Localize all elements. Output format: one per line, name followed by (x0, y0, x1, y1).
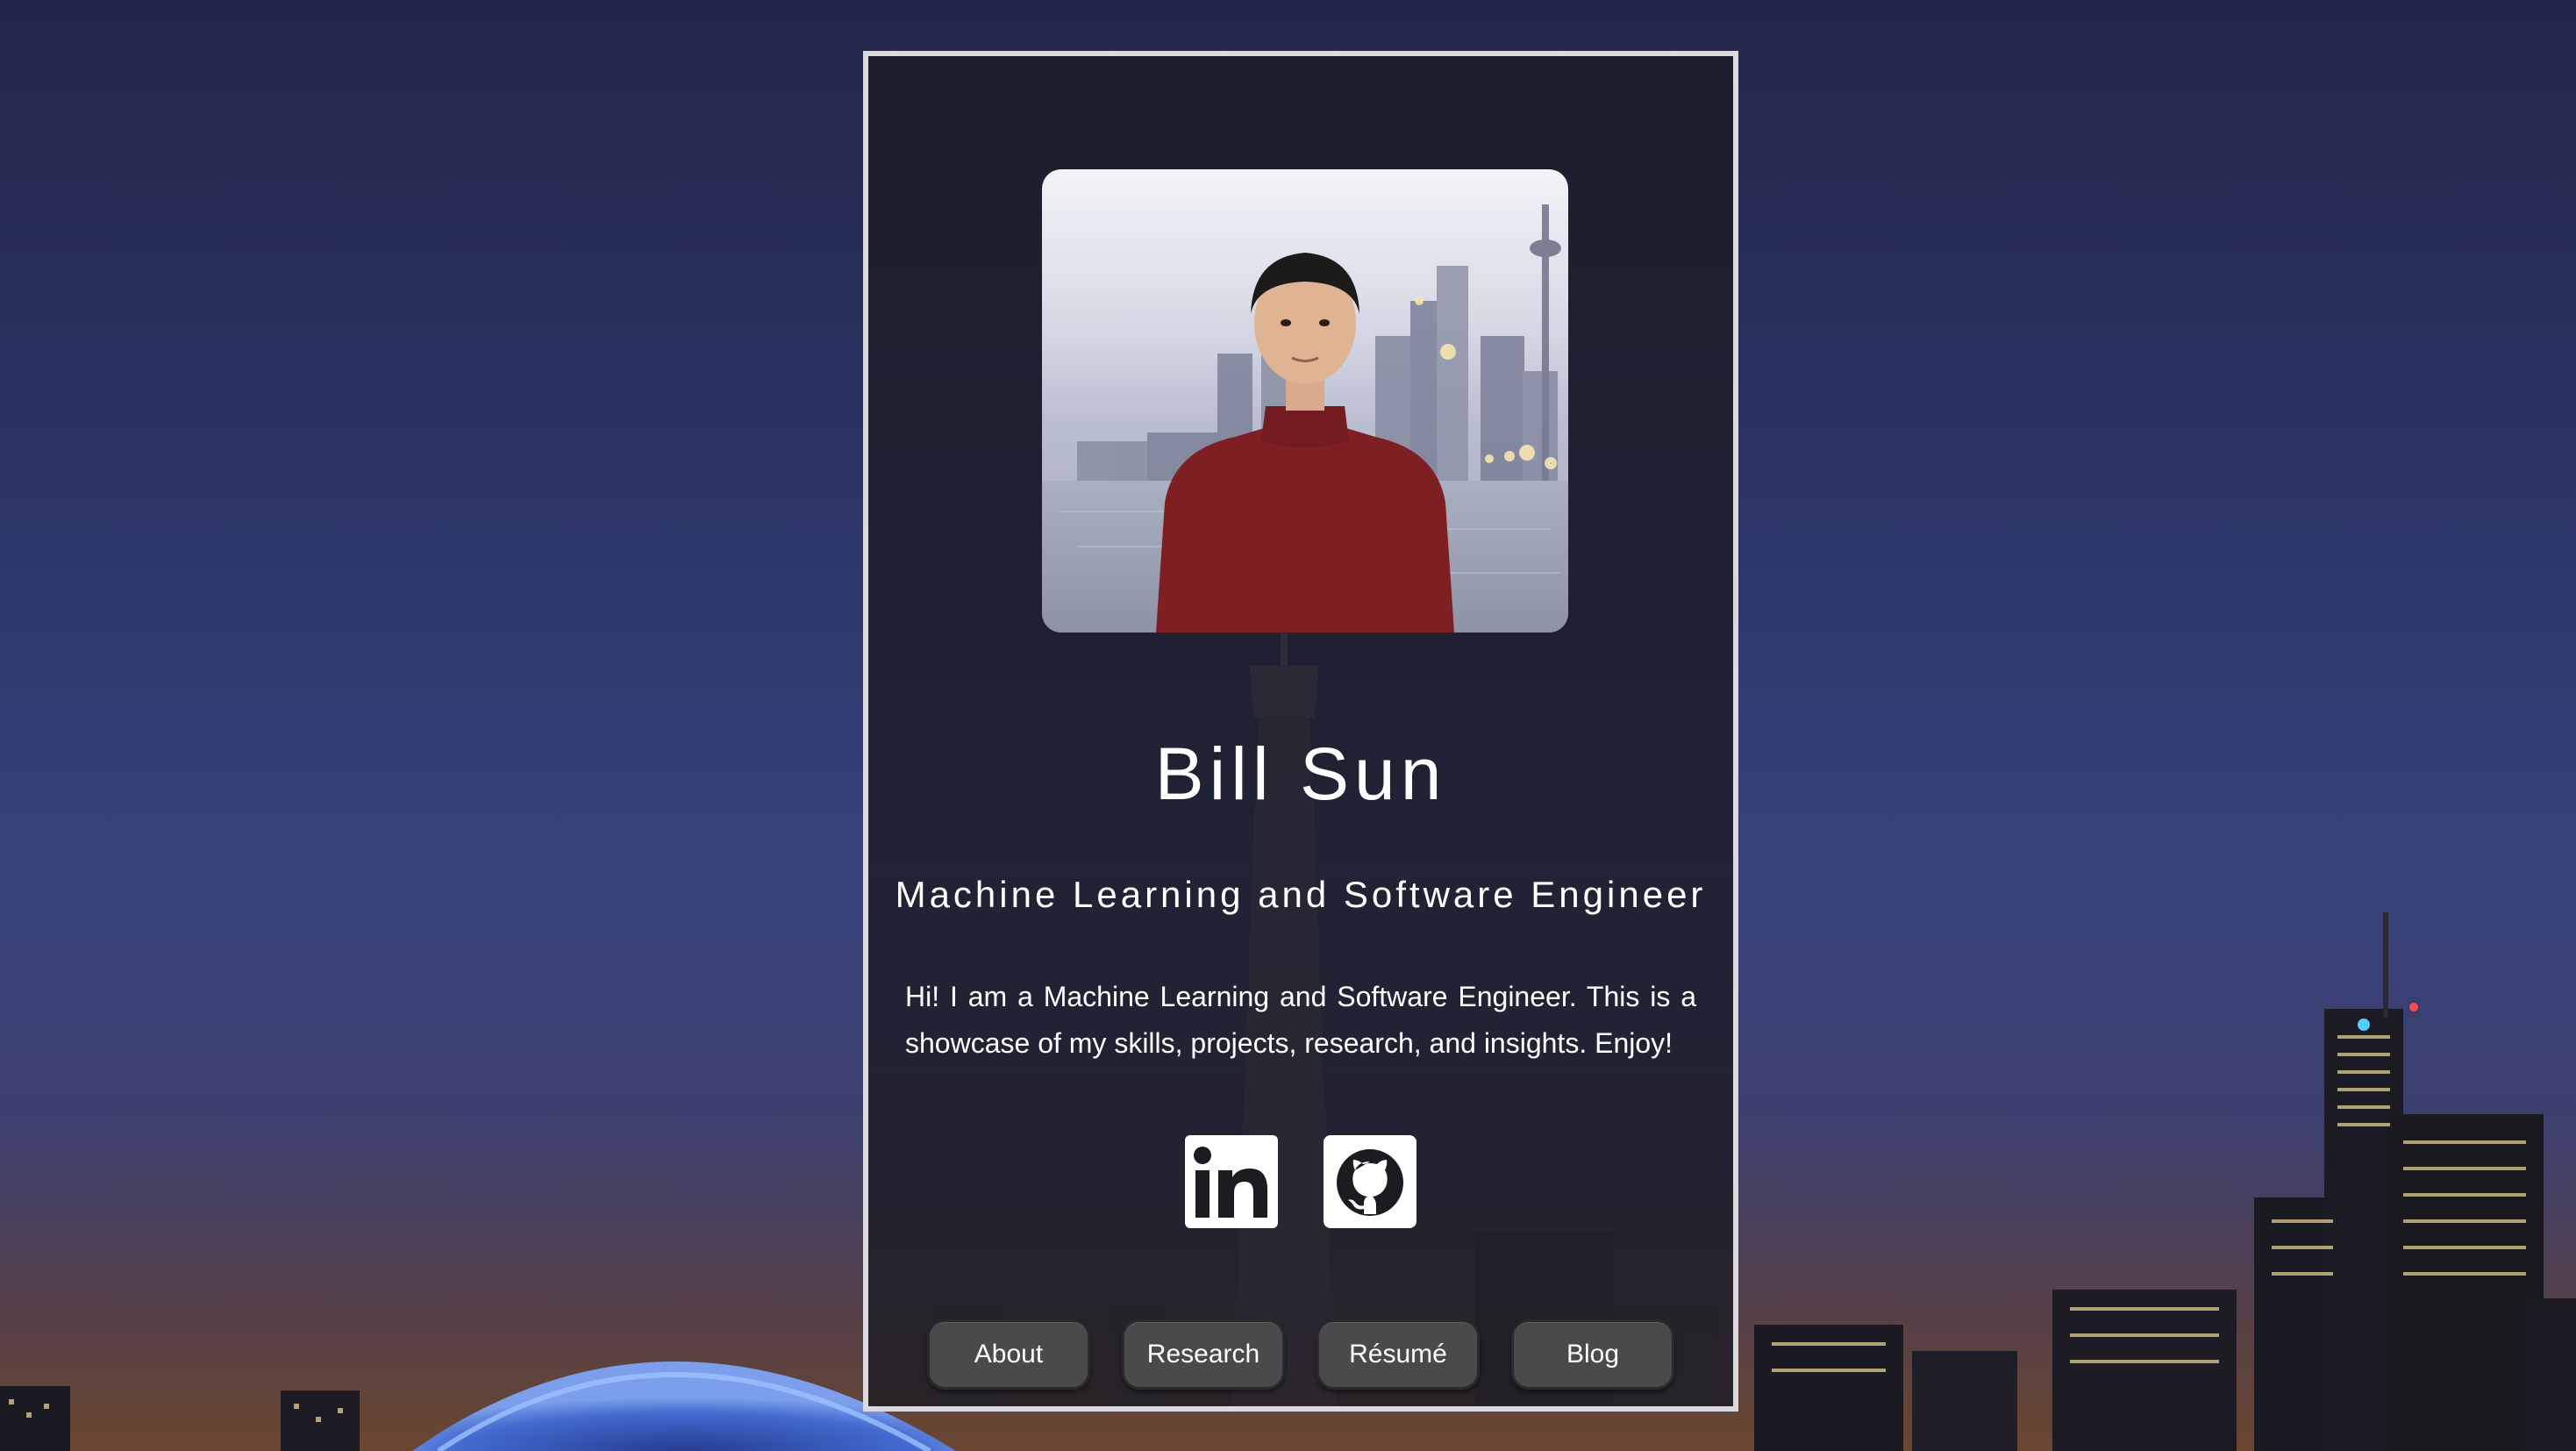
profile-bio: Hi! I am a Machine Learning and Software… (905, 981, 1696, 1059)
profile-tagline: Machine Learning and Software Engineer (895, 874, 1707, 915)
profile-photo (1042, 169, 1568, 633)
github-icon (1324, 1135, 1416, 1228)
blog-button[interactable]: Blog (1511, 1319, 1674, 1390)
social-links (868, 1135, 1733, 1228)
profile-card: Bill Sun Machine Learning and Software E… (863, 51, 1738, 1412)
github-link[interactable] (1324, 1135, 1416, 1228)
profile-photo-image (1042, 169, 1568, 633)
linkedin-icon (1185, 1135, 1278, 1228)
resume-button[interactable]: Résumé (1317, 1319, 1480, 1390)
linkedin-link[interactable] (1185, 1135, 1278, 1228)
research-button[interactable]: Research (1122, 1319, 1285, 1390)
profile-name: Bill Sun (1154, 733, 1447, 815)
about-button[interactable]: About (927, 1319, 1090, 1390)
nav-buttons: About Research Résumé Blog (868, 1319, 1733, 1390)
